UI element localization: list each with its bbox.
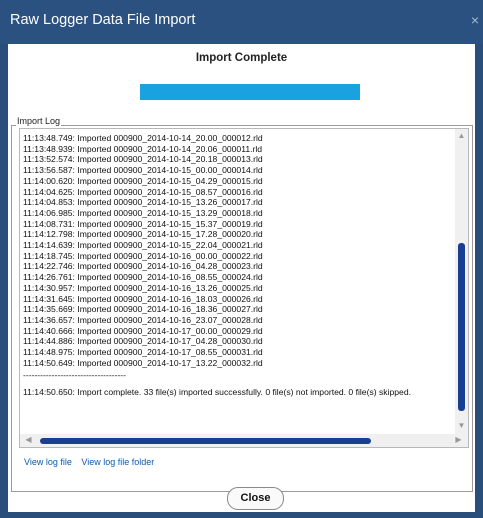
title-bar[interactable]: Raw Logger Data File Import × <box>0 0 483 44</box>
close-window-icon[interactable]: × <box>471 12 479 28</box>
log-line: 11:14:40.666: Imported 000900_2014-10-17… <box>23 325 263 336</box>
progress-bar-fill <box>140 84 360 100</box>
log-line: 11:13:52.574: Imported 000900_2014-10-14… <box>23 154 263 165</box>
log-line: 11:13:48.939: Imported 000900_2014-10-14… <box>23 143 263 154</box>
log-line: 11:14:35.669: Imported 000900_2014-10-16… <box>23 304 263 315</box>
page-title: Import Complete <box>195 52 288 64</box>
log-line: 11:13:56.587: Imported 000900_2014-10-15… <box>23 165 263 176</box>
scroll-down-arrow-icon[interactable]: ▼ <box>455 421 468 430</box>
close-button[interactable]: Close <box>227 487 284 510</box>
log-lines: 11:13:48.749: Imported 000900_2014-10-14… <box>23 133 411 398</box>
log-line: 11:14:00.620: Imported 000900_2014-10-15… <box>23 175 263 186</box>
horizontal-scrollbar[interactable]: ◀ ▶ <box>20 434 468 447</box>
log-line: 11:14:08.731: Imported 000900_2014-10-15… <box>23 218 263 229</box>
dialog-content: Import Complete Import Log 11:13:48.749:… <box>8 44 475 512</box>
view-log-folder-link[interactable]: View log file folder <box>81 457 154 467</box>
log-line: 11:14:04.853: Imported 000900_2014-10-15… <box>23 197 263 208</box>
log-line: 11:14:44.886: Imported 000900_2014-10-17… <box>23 336 263 347</box>
log-summary: 11:14:50.650: Import complete. 33 file(s… <box>23 387 412 398</box>
log-line: 11:14:04.625: Imported 000900_2014-10-15… <box>23 186 263 197</box>
window-title: Raw Logger Data File Import <box>10 12 196 28</box>
log-line: 11:14:18.745: Imported 000900_2014-10-16… <box>23 250 263 261</box>
import-log-textbox[interactable]: 11:13:48.749: Imported 000900_2014-10-14… <box>19 128 469 448</box>
import-dialog-window: Raw Logger Data File Import × Import Com… <box>0 0 483 518</box>
progress-bar <box>140 84 360 100</box>
vertical-scrollbar[interactable]: ▲ ▼ <box>455 129 468 434</box>
log-line: 11:14:48.975: Imported 000900_2014-10-17… <box>23 347 263 358</box>
horizontal-scroll-thumb[interactable] <box>40 438 371 444</box>
log-links: View log file View log file folder <box>24 457 161 467</box>
log-line: 11:14:36.657: Imported 000900_2014-10-16… <box>23 314 263 325</box>
log-line: 11:14:14.639: Imported 000900_2014-10-15… <box>23 240 263 251</box>
log-line: 11:14:26.761: Imported 000900_2014-10-16… <box>23 272 263 283</box>
log-separator: ------------------------------------ <box>23 370 127 381</box>
vertical-scroll-thumb[interactable] <box>458 243 465 411</box>
log-line: 11:14:31.645: Imported 000900_2014-10-16… <box>23 293 263 304</box>
scroll-left-arrow-icon[interactable]: ◀ <box>22 435 35 444</box>
log-line: 11:14:06.985: Imported 000900_2014-10-15… <box>23 207 263 218</box>
log-line: 11:14:50.649: Imported 000900_2014-10-17… <box>23 357 263 368</box>
log-line: 11:14:12.798: Imported 000900_2014-10-15… <box>23 229 263 240</box>
import-log-legend: Import Log <box>16 116 62 126</box>
log-line: 11:14:30.957: Imported 000900_2014-10-16… <box>23 282 263 293</box>
log-line: 11:14:22.746: Imported 000900_2014-10-16… <box>23 261 263 272</box>
scroll-right-arrow-icon[interactable]: ▶ <box>452 435 465 444</box>
view-log-file-link[interactable]: View log file <box>24 457 72 467</box>
log-line: 11:13:48.749: Imported 000900_2014-10-14… <box>23 133 263 143</box>
scroll-up-arrow-icon[interactable]: ▲ <box>455 131 468 140</box>
